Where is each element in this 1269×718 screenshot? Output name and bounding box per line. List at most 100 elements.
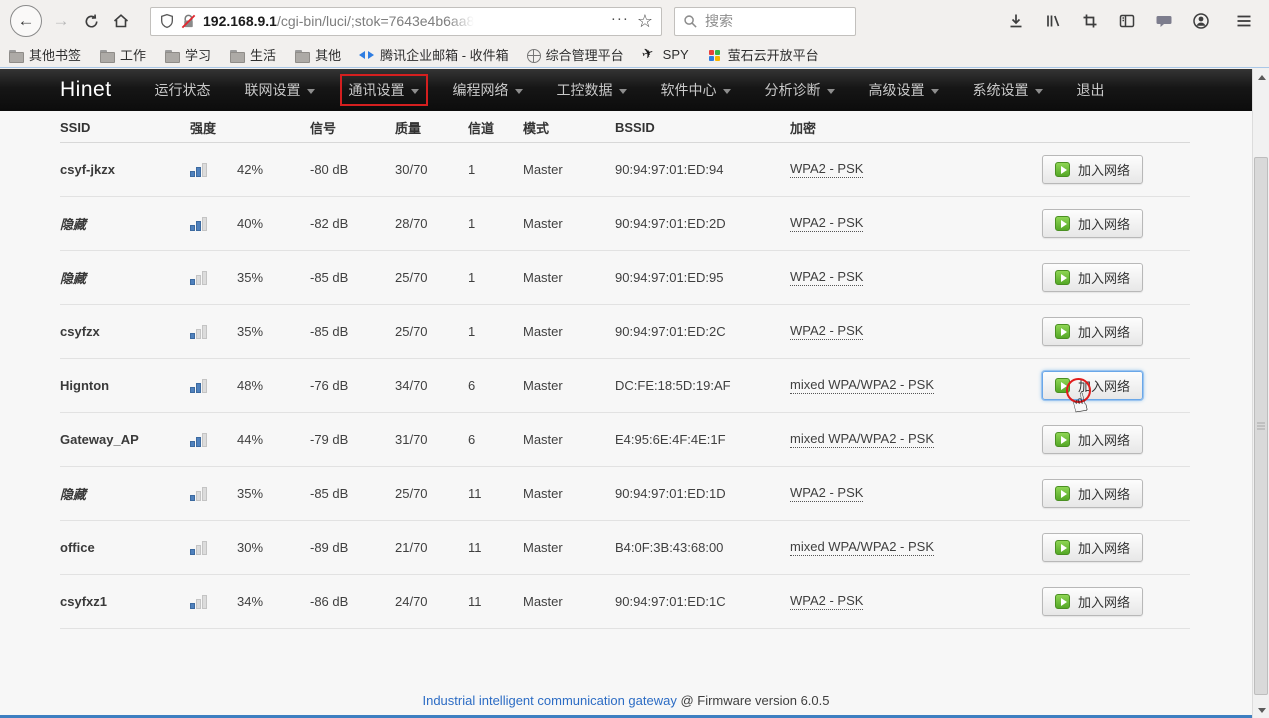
join-network-button[interactable]: 加入网络	[1042, 209, 1143, 238]
bookmark-label: 萤石云开放平台	[728, 45, 819, 64]
encryption-cell: WPA2 - PSK	[790, 161, 863, 178]
library-button[interactable]	[1044, 12, 1062, 30]
scroll-down-button[interactable]	[1253, 702, 1269, 718]
bssid-cell: DC:FE:18:5D:19:AF	[615, 378, 790, 393]
bookmark-icon	[707, 47, 723, 63]
back-button[interactable]: ←	[10, 5, 42, 37]
encryption-cell: WPA2 - PSK	[790, 215, 863, 232]
menu-button[interactable]	[1235, 12, 1253, 30]
nav-menu-item[interactable]: 软件中心	[652, 74, 740, 106]
strength-cell: 30%	[237, 540, 310, 555]
nav-menu-item[interactable]: 高级设置	[860, 74, 948, 106]
bssid-cell: 90:94:97:01:ED:2C	[615, 324, 790, 339]
nav-menu-item[interactable]: 运行状态	[146, 74, 220, 106]
join-network-label: 加入网络	[1078, 538, 1130, 557]
ssid-cell: csyf-jkzx	[60, 162, 190, 177]
join-network-button[interactable]: 加入网络	[1042, 479, 1143, 508]
footer-gateway-link[interactable]: Industrial intelligent communication gat…	[422, 693, 676, 708]
search-box[interactable]: 搜索	[674, 7, 856, 36]
page-content: Hinet 运行状态 联网设置 通讯设置 编程网络	[0, 69, 1252, 718]
quality-cell: 24/70	[395, 594, 468, 609]
join-network-button[interactable]: 加入网络	[1042, 155, 1143, 184]
scrollbar-grip-icon	[1257, 423, 1265, 430]
bookmark-item[interactable]: SPY	[642, 47, 689, 63]
search-placeholder: 搜索	[705, 11, 733, 31]
table-header-row: SSID 强度 信号 质量 信道 模式 BSSID 加密	[60, 113, 1190, 143]
signal-cell: -86 dB	[310, 594, 395, 609]
bssid-cell: 90:94:97:01:ED:2D	[615, 216, 790, 231]
messages-button[interactable]	[1155, 12, 1173, 30]
column-header: BSSID	[615, 120, 790, 135]
strength-cell: 35%	[237, 270, 310, 285]
join-network-button[interactable]: 加入网络	[1042, 371, 1143, 400]
nav-menu-item[interactable]: 工控数据	[548, 74, 636, 106]
bookmark-icon	[99, 47, 115, 63]
forward-icon: →	[53, 11, 70, 31]
quality-cell: 31/70	[395, 432, 468, 447]
nav-menu-label: 高级设置	[869, 80, 925, 100]
nav-menu-label: 通讯设置	[349, 80, 405, 100]
mode-cell: Master	[523, 270, 615, 285]
bookmark-item[interactable]: 其他	[294, 45, 341, 64]
play-icon	[1055, 540, 1070, 555]
downloads-button[interactable]	[1007, 12, 1025, 30]
vertical-scrollbar[interactable]	[1252, 69, 1269, 718]
mode-cell: Master	[523, 378, 615, 393]
bookmark-icon	[642, 47, 658, 63]
nav-menu-item[interactable]: 通讯设置	[340, 74, 428, 106]
download-icon	[1007, 12, 1025, 30]
channel-cell: 1	[468, 270, 523, 285]
nav-menu-item[interactable]: 系统设置	[964, 74, 1052, 106]
nav-menu-label: 软件中心	[661, 80, 717, 100]
join-network-button[interactable]: 加入网络	[1042, 587, 1143, 616]
chevron-down-icon	[827, 89, 835, 94]
url-host: 192.168.9.1	[203, 13, 277, 29]
quality-cell: 34/70	[395, 378, 468, 393]
footer-firmware-text: @ Firmware version 6.0.5	[680, 693, 829, 708]
bookmark-item[interactable]: 生活	[229, 45, 276, 64]
bssid-cell: 90:94:97:01:ED:1D	[615, 486, 790, 501]
brand-logo: Hinet	[60, 78, 112, 102]
table-row: csyf-jkzx 42% -80 dB 30/70 1 Master 90:9…	[60, 143, 1190, 197]
bookmark-item[interactable]: 腾讯企业邮箱 - 收件箱	[359, 45, 509, 64]
join-network-button[interactable]: 加入网络	[1042, 425, 1143, 454]
url-text: 192.168.9.1/cgi-bin/luci/;stok=7643e4b6a…	[203, 13, 474, 29]
account-button[interactable]	[1192, 12, 1210, 30]
reload-button[interactable]	[76, 6, 106, 36]
mode-cell: Master	[523, 486, 615, 501]
nav-menu-item[interactable]: 退出	[1068, 74, 1114, 106]
search-icon	[683, 14, 698, 29]
join-network-label: 加入网络	[1078, 268, 1130, 287]
nav-menu-item[interactable]: 分析诊断	[756, 74, 844, 106]
join-network-label: 加入网络	[1078, 376, 1130, 395]
home-button[interactable]	[106, 6, 136, 36]
signal-cell: -79 dB	[310, 432, 395, 447]
bookmark-item[interactable]: 其他书签	[8, 45, 81, 64]
bookmark-item[interactable]: 工作	[99, 45, 146, 64]
url-bar[interactable]: 192.168.9.1/cgi-bin/luci/;stok=7643e4b6a…	[150, 7, 662, 36]
signal-strength-icon	[190, 162, 210, 177]
forward-button[interactable]: →	[46, 6, 76, 36]
chevron-down-icon	[619, 89, 627, 94]
bookmark-label: 其他	[315, 45, 341, 64]
sidebar-icon	[1118, 12, 1136, 30]
join-network-button[interactable]: 加入网络	[1042, 533, 1143, 562]
scrollbar-thumb[interactable]	[1254, 157, 1268, 695]
nav-menu-item[interactable]: 编程网络	[444, 74, 532, 106]
bookmark-star-button[interactable]: ☆	[637, 11, 653, 32]
join-network-button[interactable]: 加入网络	[1042, 317, 1143, 346]
bookmark-item[interactable]: 学习	[164, 45, 211, 64]
scroll-up-button[interactable]	[1253, 69, 1269, 85]
bssid-cell: 90:94:97:01:ED:94	[615, 162, 790, 177]
nav-menu-item[interactable]: 联网设置	[236, 74, 324, 106]
bookmark-item[interactable]: 综合管理平台	[527, 45, 624, 64]
bookmark-item[interactable]: 萤石云开放平台	[707, 45, 819, 64]
signal-strength-icon	[190, 486, 210, 501]
channel-cell: 1	[468, 162, 523, 177]
sidebar-button[interactable]	[1118, 12, 1136, 30]
bookmark-label: 综合管理平台	[546, 45, 624, 64]
bookmark-label: 生活	[250, 45, 276, 64]
page-actions-button[interactable]: ···	[611, 10, 629, 27]
join-network-button[interactable]: 加入网络	[1042, 263, 1143, 292]
screenshot-button[interactable]	[1081, 12, 1099, 30]
